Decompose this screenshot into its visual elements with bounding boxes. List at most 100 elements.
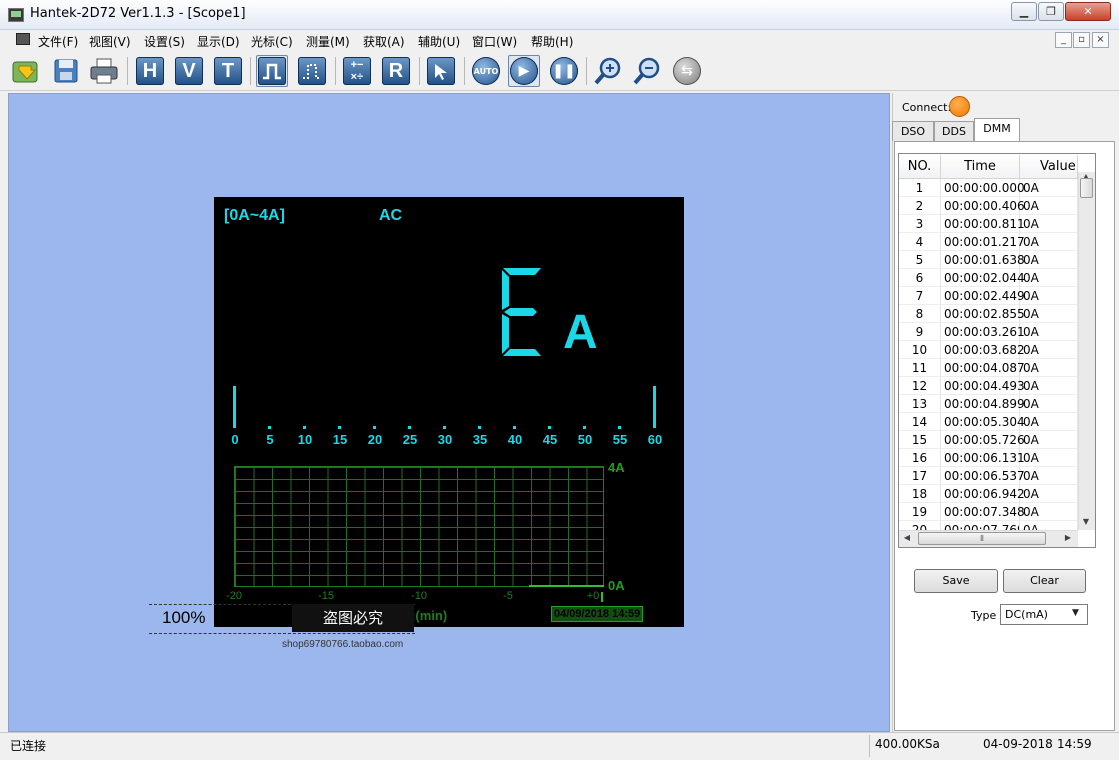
watermark-url: shop69780766.taobao.com [282, 639, 404, 650]
menu-cursor[interactable]: 光标(C) [251, 33, 293, 50]
menu-view[interactable]: 视图(V) [89, 33, 131, 50]
vertical-button[interactable]: V [173, 55, 205, 87]
cell-value: 0A [1020, 287, 1078, 305]
cell-time: 00:00:00.406 [941, 197, 1025, 215]
x-axis-tick: +0 [586, 590, 600, 602]
mdi-minimize-button[interactable]: _ [1055, 32, 1072, 48]
scale-dot [443, 426, 446, 429]
cell-no: 4 [899, 233, 941, 251]
trigger-button[interactable]: T [212, 55, 244, 87]
cell-no: 7 [899, 287, 941, 305]
pulse-mode-button[interactable] [256, 55, 288, 87]
cell-time: 00:00:00.811 [941, 215, 1025, 233]
menu-help[interactable]: 帮助(H) [531, 33, 573, 50]
menu-display[interactable]: 显示(D) [197, 33, 240, 50]
mode-label: AC [379, 207, 403, 224]
chevron-down-icon[interactable]: ▼ [1072, 608, 1079, 618]
pause-button[interactable]: ❚❚ [548, 55, 580, 87]
x-axis-tick: -15 [318, 590, 334, 602]
menu-file[interactable]: 文件(F) [38, 33, 78, 50]
h-icon: H [136, 57, 164, 85]
mdi-restore-button[interactable]: ▫ [1073, 32, 1090, 48]
scale-tick: 10 [297, 432, 313, 447]
math-button[interactable]: +− ×÷ [341, 55, 373, 87]
maximize-button[interactable]: ❐ [1038, 2, 1064, 21]
vertical-scroll-thumb[interactable] [1080, 178, 1093, 198]
zoom-in-button[interactable] [592, 55, 624, 87]
cell-value: 0A [1020, 179, 1078, 197]
dotted-pulse-button[interactable] [296, 55, 328, 87]
close-button[interactable]: ✕ [1065, 2, 1111, 21]
scale-right-bar [653, 386, 656, 428]
scroll-down-icon[interactable]: ▼ [1080, 517, 1092, 526]
minimize-button[interactable]: ▁ [1011, 2, 1037, 21]
watermark-percent: 100% [162, 608, 206, 627]
cell-no: 18 [899, 485, 941, 503]
column-header-time[interactable]: Time [941, 155, 1020, 179]
scale-tick: 5 [266, 432, 274, 447]
cell-value: 0A [1020, 467, 1078, 485]
toolbar-separator [335, 57, 336, 85]
zoom-out-icon [633, 57, 660, 85]
menu-settings[interactable]: 设置(S) [144, 33, 185, 50]
cell-time: 00:00:03.682 [941, 341, 1025, 359]
status-bar [0, 732, 1119, 760]
toolbar-separator [464, 57, 465, 85]
run-button[interactable]: ▶ [508, 55, 540, 87]
auto-button[interactable]: AUTO [470, 55, 502, 87]
print-button[interactable] [88, 55, 120, 87]
cell-no: 14 [899, 413, 941, 431]
sample-rate: 400.00KSa [875, 737, 940, 751]
save-file-button[interactable] [50, 55, 82, 87]
vertical-scrollbar[interactable] [1078, 172, 1095, 530]
cell-value: 0A [1020, 341, 1078, 359]
cell-time: 00:00:01.217 [941, 233, 1025, 251]
play-icon: ▶ [510, 57, 538, 85]
swap-button[interactable]: ⇆ [671, 55, 703, 87]
cell-no: 1 [899, 179, 941, 197]
window-title: Hantek-2D72 Ver1.1.3 - [Scope1] [30, 6, 246, 21]
timestamp-label: 04/09/2018 14:59 [551, 606, 644, 622]
scroll-right-icon[interactable]: ▶ [1062, 533, 1074, 542]
status-time: 14:59 [1057, 737, 1092, 751]
tab-dds[interactable]: DDS [934, 121, 974, 141]
scale-tick: 0 [231, 432, 239, 447]
document-icon[interactable] [16, 33, 30, 45]
unit-label: A [563, 306, 598, 359]
cell-time: 00:00:02.855 [941, 305, 1025, 323]
menu-acquire[interactable]: 获取(A) [363, 33, 405, 50]
horizontal-scroll-thumb[interactable]: ⦀ [918, 532, 1046, 545]
cell-time: 00:00:06.942 [941, 485, 1025, 503]
open-arrow-icon [12, 61, 38, 83]
menu-utility[interactable]: 辅助(U) [418, 33, 460, 50]
pulse-icon [258, 57, 286, 85]
app-icon [8, 8, 24, 22]
cell-value: 0A [1020, 503, 1078, 521]
horizontal-button[interactable]: H [134, 55, 166, 87]
menu-window[interactable]: 窗口(W) [472, 33, 517, 50]
cell-value: 0A [1020, 251, 1078, 269]
scale-dot [338, 426, 341, 429]
status-separator [869, 735, 870, 757]
save-button[interactable]: Save [914, 569, 998, 593]
column-header-no[interactable]: NO. [899, 155, 941, 179]
cell-value: 0A [1020, 377, 1078, 395]
reference-button[interactable]: R [380, 55, 412, 87]
connect-status-icon [949, 96, 970, 117]
floppy-icon [54, 59, 78, 83]
scroll-left-icon[interactable]: ◀ [901, 533, 913, 542]
zoom-out-button[interactable] [631, 55, 663, 87]
mdi-close-button[interactable]: × [1092, 32, 1109, 48]
tab-dso[interactable]: DSO [892, 121, 934, 141]
cell-no: 5 [899, 251, 941, 269]
open-button[interactable] [10, 55, 42, 87]
clear-button[interactable]: Clear [1003, 569, 1086, 593]
tab-dmm[interactable]: DMM [974, 118, 1020, 142]
menu-measure[interactable]: 测量(M) [306, 33, 350, 50]
cell-no: 12 [899, 377, 941, 395]
cursor-button[interactable] [425, 55, 457, 87]
cursor-icon [427, 57, 455, 85]
scale-dot [583, 426, 586, 429]
column-header-value[interactable]: Value [1020, 155, 1078, 179]
zoom-in-icon [594, 57, 621, 85]
